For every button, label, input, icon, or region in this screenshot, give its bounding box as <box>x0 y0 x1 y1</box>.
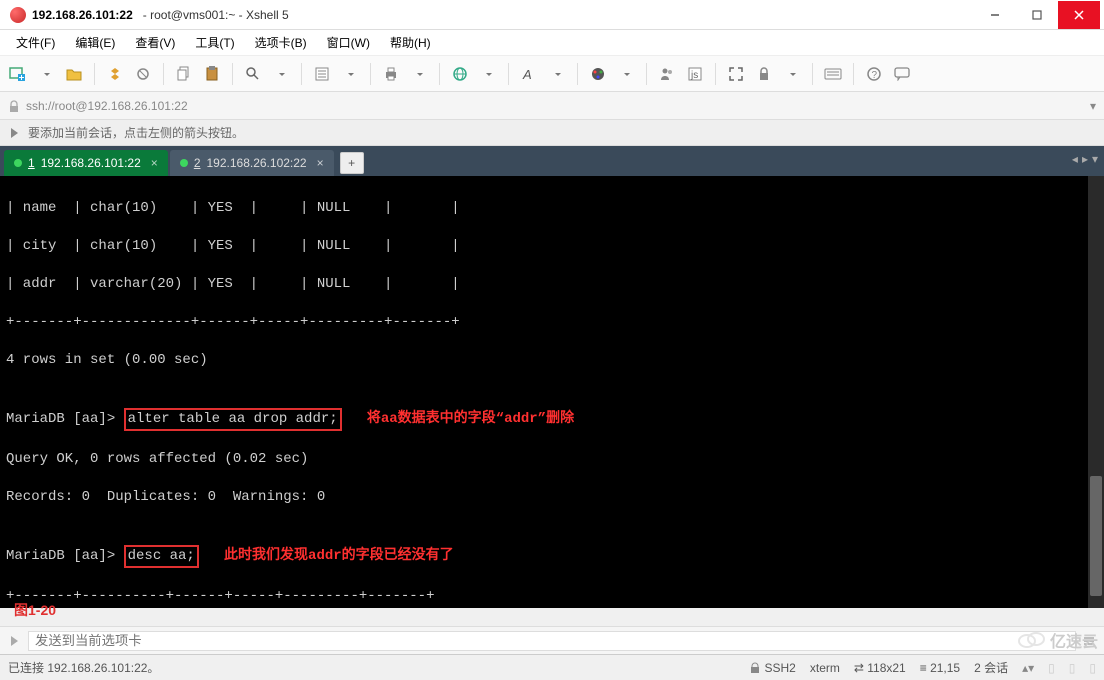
tab-label: 192.168.26.102:22 <box>207 156 307 170</box>
figure-label: 图1-20 <box>14 600 56 620</box>
annotation-2: 此时我们发现addr的字段已经没有了 <box>199 548 454 564</box>
cap-indicator: ▯ <box>1048 661 1055 675</box>
address-text[interactable]: ssh://root@192.168.26.101:22 <box>26 99 1084 113</box>
fullscreen-icon[interactable] <box>724 62 748 86</box>
chat-icon[interactable] <box>890 62 914 86</box>
paste-icon[interactable] <box>200 62 224 86</box>
menu-tools[interactable]: 工具(T) <box>187 32 242 53</box>
keyboard-icon[interactable] <box>821 62 845 86</box>
status-connection: 已连接 192.168.26.101:22。 <box>8 659 159 676</box>
print-icon[interactable] <box>379 62 403 86</box>
lock-icon <box>8 100 20 112</box>
color-scheme-icon[interactable] <box>586 62 610 86</box>
status-term: xterm <box>810 661 840 675</box>
title-host: 192.168.26.101:22 <box>32 8 133 22</box>
send-bar <box>0 626 1104 654</box>
hint-text: 要添加当前会话，点击左侧的箭头按钮。 <box>28 124 244 141</box>
status-dot-icon <box>14 159 22 167</box>
menu-edit[interactable]: 编辑(E) <box>67 32 123 53</box>
session-tab-bar: 1 192.168.26.101:22 × 2 192.168.26.102:2… <box>0 146 1104 176</box>
menu-help[interactable]: 帮助(H) <box>382 32 439 53</box>
address-bar: ssh://root@192.168.26.101:22 ▾ <box>0 92 1104 120</box>
scroll-indicator: ▯ <box>1089 661 1096 675</box>
svg-text:A: A <box>522 67 532 82</box>
minimize-button[interactable] <box>974 1 1016 29</box>
tab-next-icon[interactable]: ▸ <box>1082 152 1088 166</box>
num-indicator: ▯ <box>1069 661 1076 675</box>
properties-dropdown[interactable] <box>338 62 362 86</box>
menu-tab[interactable]: 选项卡(B) <box>247 32 315 53</box>
close-button[interactable] <box>1058 1 1100 29</box>
copy-icon[interactable] <box>172 62 196 86</box>
status-size: ⇄ 118x21 <box>854 661 906 675</box>
arrow-hint-icon[interactable] <box>8 126 22 140</box>
disconnect-icon[interactable] <box>131 62 155 86</box>
tab-menu-icon[interactable]: ▾ <box>1092 152 1098 166</box>
properties-icon[interactable] <box>310 62 334 86</box>
watermark: 亿速云 <box>1018 628 1098 652</box>
color-dropdown[interactable] <box>614 62 638 86</box>
menu-view[interactable]: 查看(V) <box>127 32 183 53</box>
globe-icon[interactable] <box>448 62 472 86</box>
session-tab-2[interactable]: 2 192.168.26.102:22 × <box>170 150 334 176</box>
menubar: 文件(F) 编辑(E) 查看(V) 工具(T) 选项卡(B) 窗口(W) 帮助(… <box>0 30 1104 56</box>
status-pos: ≡ 21,15 <box>920 661 960 675</box>
session-tab-1[interactable]: 1 192.168.26.101:22 × <box>4 150 168 176</box>
help-icon[interactable]: ? <box>862 62 886 86</box>
hint-bar: 要添加当前会话，点击左侧的箭头按钮。 <box>0 120 1104 146</box>
open-icon[interactable] <box>62 62 86 86</box>
font-dropdown[interactable] <box>545 62 569 86</box>
reconnect-icon[interactable] <box>103 62 127 86</box>
send-arrow-icon[interactable] <box>8 634 22 648</box>
svg-text:?: ? <box>872 70 878 81</box>
menu-window[interactable]: 窗口(W) <box>319 32 378 53</box>
new-session-icon[interactable] <box>6 62 30 86</box>
tab-close-icon[interactable]: × <box>151 156 158 170</box>
tab-close-icon[interactable]: × <box>317 156 324 170</box>
titlebar: 192.168.26.101:22 - root@vms001:~ - Xshe… <box>0 0 1104 30</box>
tab-label: 192.168.26.101:22 <box>41 156 141 170</box>
status-proto: SSH2 <box>749 661 796 675</box>
users-icon[interactable] <box>655 62 679 86</box>
lock-dropdown[interactable] <box>780 62 804 86</box>
svg-text:js: js <box>690 70 698 81</box>
status-bar: 已连接 192.168.26.101:22。 SSH2 xterm ⇄ 118x… <box>0 654 1104 680</box>
highlighted-command-1: alter table aa drop addr; <box>124 408 342 431</box>
maximize-button[interactable] <box>1016 1 1058 29</box>
highlighted-command-2: desc aa; <box>124 545 199 568</box>
terminal-scrollbar[interactable] <box>1088 176 1104 608</box>
status-dot-icon <box>180 159 188 167</box>
add-tab-button[interactable]: + <box>340 152 364 174</box>
status-sessions: 2 会话 <box>974 659 1008 676</box>
globe-dropdown[interactable] <box>476 62 500 86</box>
font-icon[interactable]: A <box>517 62 541 86</box>
script-icon[interactable]: js <box>683 62 707 86</box>
annotation-1: 将aa数据表中的字段“addr”删除 <box>342 411 574 427</box>
menu-file[interactable]: 文件(F) <box>8 32 63 53</box>
new-session-dropdown[interactable] <box>34 62 58 86</box>
lock-toolbar-icon[interactable] <box>752 62 776 86</box>
app-icon <box>10 7 26 23</box>
address-dropdown-icon[interactable]: ▾ <box>1090 99 1096 113</box>
status-updown-icon[interactable]: ▴▾ <box>1022 661 1034 675</box>
tab-prev-icon[interactable]: ◂ <box>1072 152 1078 166</box>
scrollbar-thumb[interactable] <box>1090 476 1102 596</box>
toolbar: A js ? <box>0 56 1104 92</box>
print-dropdown[interactable] <box>407 62 431 86</box>
title-sub: - root@vms001:~ - Xshell 5 <box>143 8 289 22</box>
terminal[interactable]: | name | char(10) | YES | | NULL | | | c… <box>0 176 1104 608</box>
send-input[interactable] <box>28 631 1076 651</box>
search-dropdown[interactable] <box>269 62 293 86</box>
search-icon[interactable] <box>241 62 265 86</box>
